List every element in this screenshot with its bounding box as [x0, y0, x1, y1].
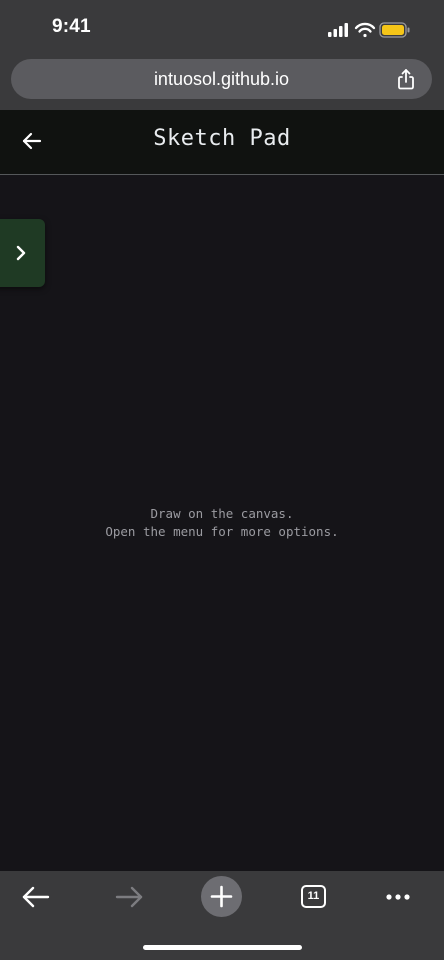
canvas-hint-line-1: Draw on the canvas. [150, 506, 294, 521]
drawing-canvas[interactable]: Draw on the canvas. Open the menu for mo… [0, 175, 444, 871]
canvas-hint: Draw on the canvas. Open the menu for mo… [0, 505, 444, 541]
status-icons [324, 20, 414, 40]
tab-count: 11 [307, 890, 320, 902]
home-indicator [143, 945, 302, 950]
menu-toggle-button[interactable] [0, 219, 45, 287]
share-icon[interactable] [394, 67, 418, 91]
signal-icon [328, 23, 348, 37]
app-header: Sketch Pad [0, 110, 444, 175]
chevron-right-icon [14, 243, 28, 263]
battery-icon [379, 22, 410, 38]
tabs-icon[interactable]: 11 [301, 885, 326, 908]
address-bar[interactable]: intuosol.github.io [11, 59, 432, 99]
status-time: 9:41 [52, 16, 91, 37]
back-icon[interactable] [14, 879, 58, 923]
browser-toolbar: 11 [0, 871, 444, 960]
canvas-hint-line-2: Open the menu for more options. [105, 524, 339, 539]
more-icon[interactable] [377, 879, 421, 923]
wifi-icon [354, 22, 376, 38]
new-tab-icon[interactable] [201, 876, 242, 917]
browser-address-area: intuosol.github.io [0, 58, 444, 110]
url-text[interactable]: intuosol.github.io [11, 69, 432, 90]
status-bar: 9:41 [0, 0, 444, 58]
page-title: Sketch Pad [153, 126, 291, 151]
forward-icon[interactable] [107, 879, 151, 923]
screen: 9:41 intuosol.github.io Sketch Pad Draw … [0, 0, 444, 960]
